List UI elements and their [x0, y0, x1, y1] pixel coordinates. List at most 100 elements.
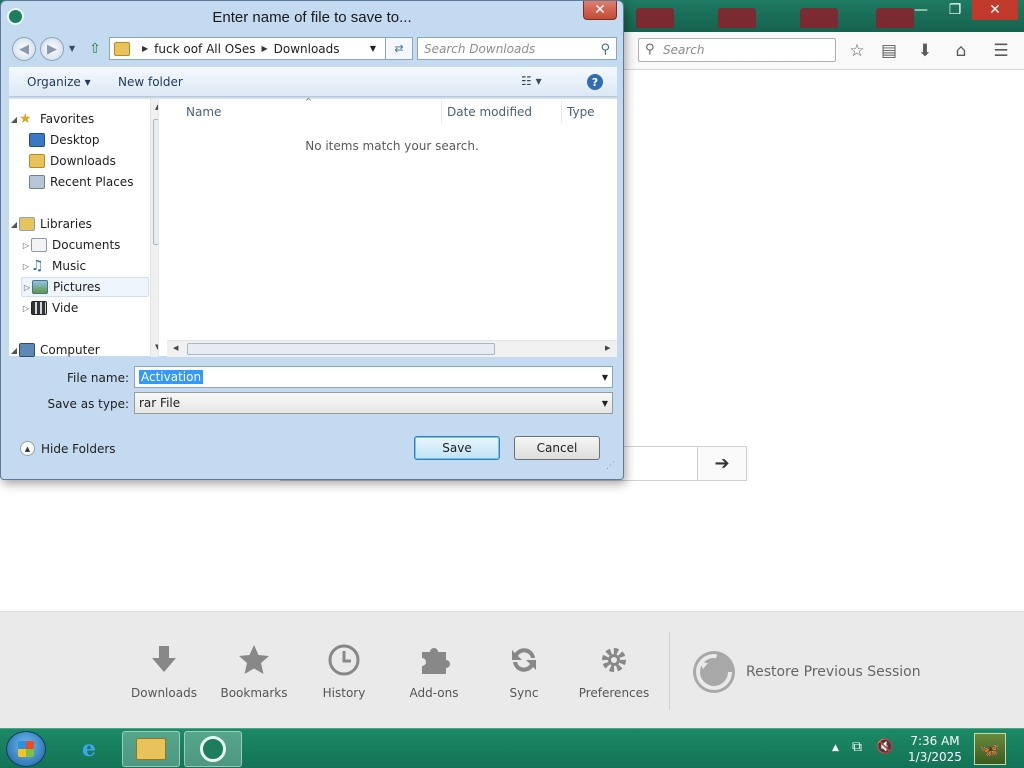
- nav-computer[interactable]: ◢ Computer: [9, 340, 151, 357]
- dialog-close-button[interactable]: ✕: [583, 1, 617, 20]
- scroll-up-icon[interactable]: ▲: [155, 103, 158, 111]
- close-button[interactable]: ✕: [972, 0, 1018, 20]
- column-date-modified[interactable]: Date modified: [447, 105, 532, 119]
- launcher-history[interactable]: History: [304, 642, 384, 700]
- file-explorer-icon[interactable]: [122, 731, 180, 767]
- clock[interactable]: 7:36 AM 1/3/2025: [900, 733, 970, 765]
- launcher-bookmarks[interactable]: Bookmarks: [214, 642, 294, 700]
- launcher-preferences[interactable]: Preferences: [574, 642, 654, 700]
- clock-date: 1/3/2025: [908, 750, 962, 764]
- launcher-label: Sync: [509, 686, 539, 700]
- recent-locations-dropdown[interactable]: ▼: [69, 44, 75, 53]
- new-folder-button[interactable]: New folder: [118, 75, 183, 89]
- clock-icon: [328, 644, 360, 676]
- cancel-button[interactable]: Cancel: [514, 436, 600, 460]
- browser-tab[interactable]: [800, 8, 838, 28]
- restore-icon: [693, 651, 735, 693]
- tray-expand-icon[interactable]: ▲: [832, 743, 839, 753]
- nav-libraries[interactable]: ◢ Libraries: [9, 214, 151, 234]
- resize-grip-icon[interactable]: ⋰: [606, 461, 615, 471]
- save-button[interactable]: Save: [414, 436, 500, 460]
- scroll-right-icon[interactable]: ▶: [605, 344, 610, 352]
- menu-icon[interactable]: ☰: [990, 41, 1012, 61]
- nav-label: Desktop: [50, 133, 100, 147]
- download-arrow-icon[interactable]: ⬇: [914, 41, 936, 61]
- file-name-input[interactable]: Activation ▼: [134, 366, 613, 388]
- restore-session-button[interactable]: Restore Previous Session: [690, 648, 921, 696]
- volume-muted-icon[interactable]: 🔇: [876, 739, 893, 755]
- file-name-value[interactable]: Activation: [139, 370, 204, 384]
- nav-documents[interactable]: ▷ Documents: [21, 235, 158, 255]
- browser-search-input[interactable]: ⚲ Search: [638, 38, 836, 62]
- breadcrumb-segment[interactable]: Downloads: [274, 42, 340, 56]
- refresh-button[interactable]: ⇄: [385, 37, 413, 60]
- nav-music[interactable]: ▷ ♫ Music: [21, 256, 158, 276]
- nav-label: Downloads: [50, 154, 116, 168]
- internet-explorer-icon[interactable]: e: [60, 731, 118, 767]
- browser-tab[interactable]: [636, 8, 674, 28]
- hide-folders-button[interactable]: ▲ Hide Folders: [20, 441, 116, 456]
- organize-button[interactable]: Organize ▾: [27, 75, 91, 89]
- browser-tab[interactable]: [718, 8, 756, 28]
- nav-downloads[interactable]: Downloads: [29, 151, 158, 171]
- restore-button[interactable]: ❐: [938, 0, 972, 20]
- window-controls: — ❐ ✕: [904, 0, 1018, 20]
- collapse-arrow-icon[interactable]: ▷: [21, 262, 31, 271]
- launcher-divider: [669, 632, 670, 710]
- expand-arrow-icon[interactable]: ◢: [9, 115, 19, 124]
- desktop-thumbnail-icon[interactable]: 🦋: [974, 733, 1006, 765]
- browser-task-icon[interactable]: [184, 731, 242, 767]
- scroll-thumb[interactable]: [187, 343, 495, 355]
- expand-arrow-icon[interactable]: ◢: [9, 346, 19, 355]
- collapse-arrow-icon[interactable]: ▷: [21, 241, 31, 250]
- column-type[interactable]: Type: [567, 105, 595, 119]
- search-icon: ⚲: [645, 42, 655, 57]
- save-as-type-select[interactable]: rar File ▼: [134, 392, 613, 414]
- network-icon[interactable]: ⧉: [852, 739, 862, 755]
- home-icon[interactable]: ⌂: [950, 41, 972, 61]
- nav-label: Favorites: [40, 112, 95, 126]
- reading-list-icon[interactable]: ▤: [878, 41, 900, 61]
- nav-favorites[interactable]: ◢ ★ Favorites: [9, 109, 151, 129]
- chevron-down-icon[interactable]: ▼: [370, 44, 376, 53]
- up-folder-icon[interactable]: ⇧: [84, 39, 106, 59]
- breadcrumb-chevron-icon: ▶: [261, 44, 268, 53]
- address-bar[interactable]: ▶ fuck oof All OSes ▶ Downloads ▼: [109, 37, 413, 60]
- back-button[interactable]: ◀: [12, 37, 36, 61]
- launcher-label: Downloads: [131, 686, 197, 700]
- search-go-button[interactable]: ➔: [697, 446, 747, 481]
- minimize-button[interactable]: —: [904, 0, 938, 20]
- help-icon[interactable]: ?: [587, 74, 603, 90]
- launcher-sync[interactable]: Sync: [484, 642, 564, 700]
- command-bar: Organize ▾ New folder ☷ ▾ ?: [9, 67, 617, 97]
- scroll-thumb[interactable]: [153, 119, 158, 245]
- dialog-search-input[interactable]: Search Downloads ⚲: [417, 37, 617, 60]
- dialog-search-placeholder: Search Downloads: [424, 41, 536, 56]
- nav-label: Music: [52, 259, 87, 273]
- scroll-left-icon[interactable]: ◀: [173, 344, 178, 352]
- nav-desktop[interactable]: Desktop: [29, 130, 158, 150]
- start-button[interactable]: [6, 731, 46, 767]
- nav-recent-places[interactable]: Recent Places: [29, 172, 158, 192]
- change-view-button[interactable]: ☷ ▾: [521, 74, 542, 88]
- launcher-downloads[interactable]: Downloads: [124, 642, 204, 700]
- expand-arrow-icon[interactable]: ◢: [9, 220, 19, 229]
- scroll-down-icon[interactable]: ▼: [155, 343, 158, 351]
- column-name[interactable]: Name: [186, 105, 221, 119]
- folder-icon: [136, 738, 166, 760]
- breadcrumb-segment[interactable]: fuck oof All OSes: [154, 42, 255, 56]
- column-divider[interactable]: [561, 101, 562, 123]
- bookmark-star-icon[interactable]: ☆: [846, 41, 868, 61]
- collapse-arrow-icon[interactable]: ▷: [22, 283, 32, 292]
- column-divider[interactable]: [441, 101, 442, 123]
- nav-label: Recent Places: [50, 175, 134, 189]
- file-list-scrollbar[interactable]: ◀ ▶: [167, 340, 617, 357]
- nav-pictures[interactable]: ▷ Pictures: [21, 277, 149, 297]
- forward-button[interactable]: ▶: [40, 37, 64, 61]
- collapse-arrow-icon[interactable]: ▷: [21, 304, 31, 313]
- nav-videos[interactable]: ▷ Vide: [21, 298, 158, 318]
- navigation-scrollbar[interactable]: ▲ ▼: [150, 99, 158, 357]
- launcher-addons[interactable]: Add-ons: [394, 642, 474, 700]
- chevron-down-icon[interactable]: ▼: [602, 373, 608, 382]
- chevron-down-icon[interactable]: ▼: [602, 399, 608, 408]
